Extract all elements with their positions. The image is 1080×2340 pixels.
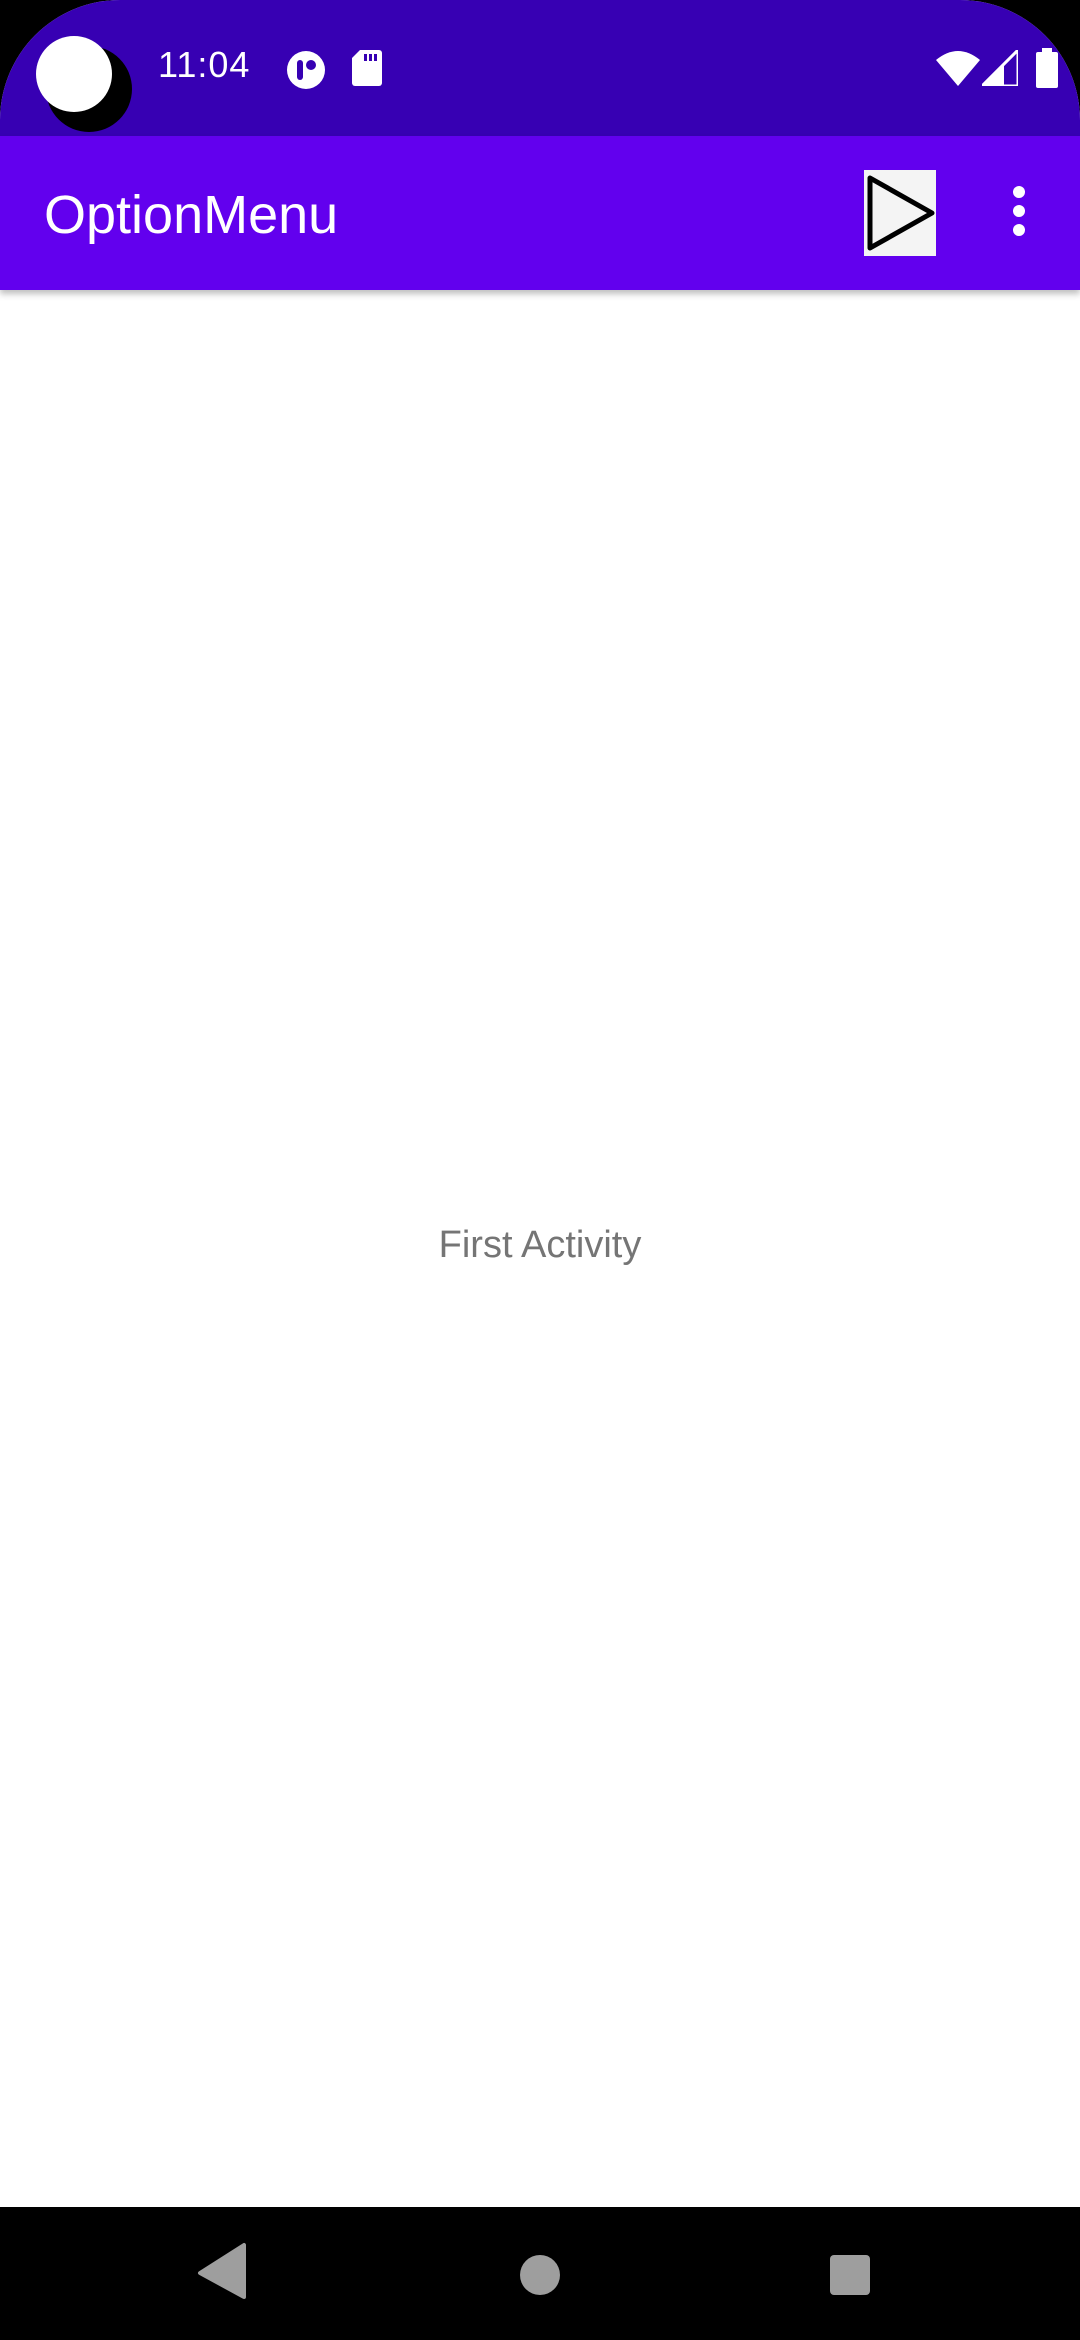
- back-icon: [196, 2243, 248, 2305]
- play-button[interactable]: [864, 170, 936, 256]
- sd-card-icon: [352, 50, 382, 86]
- battery-icon: [1036, 48, 1058, 88]
- main-text: First Activity: [438, 1224, 642, 1266]
- recents-icon: [828, 2255, 872, 2301]
- app-notification-icon: [286, 50, 326, 90]
- app-title: OptionMenu: [44, 185, 339, 245]
- back-button[interactable]: [196, 2241, 248, 2306]
- play-icon: [864, 175, 936, 260]
- status-bar: 11:04: [0, 0, 1080, 136]
- recents-button[interactable]: [828, 2253, 872, 2302]
- home-icon: [518, 2255, 562, 2301]
- home-button[interactable]: [518, 2253, 562, 2302]
- app-screen: 11:04 OptionMenu First Activity: [0, 0, 1080, 2340]
- status-time: 11:04: [158, 44, 251, 85]
- camera-cutout: [36, 36, 132, 132]
- navigation-bar: [0, 2207, 1080, 2340]
- app-bar: OptionMenu: [0, 136, 1080, 290]
- overflow-menu-icon: [994, 186, 1044, 252]
- overflow-menu-button[interactable]: [994, 178, 1044, 248]
- wifi-icon: [936, 50, 980, 86]
- cellular-signal-icon: [982, 50, 1018, 86]
